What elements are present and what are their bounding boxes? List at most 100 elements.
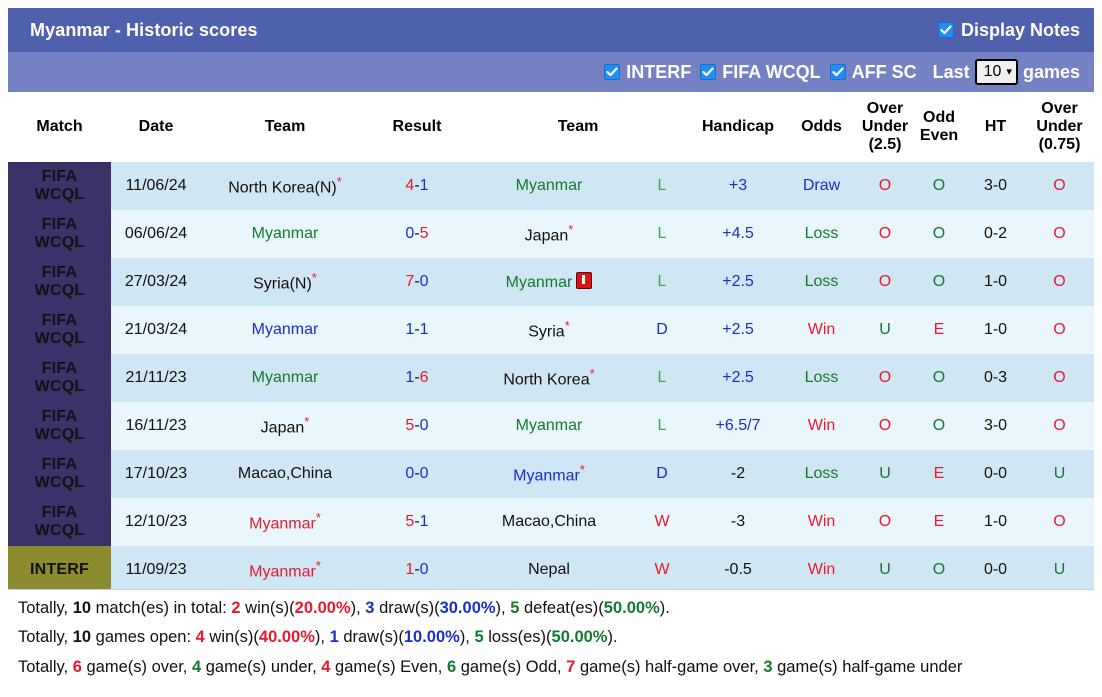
match-competition-badge[interactable]: FIFAWCQL (8, 450, 111, 498)
home-team[interactable]: Myanmar (201, 210, 369, 258)
display-notes-toggle[interactable]: Display Notes (938, 20, 1080, 41)
home-team[interactable]: Myanmar* (201, 498, 369, 546)
odd-even-value: O (933, 369, 945, 386)
filter-fifa-wcql[interactable]: FIFA WCQL (700, 62, 820, 83)
home-team[interactable]: North Korea(N)* (201, 162, 369, 210)
away-team[interactable]: North Korea* (465, 354, 633, 402)
l1-draws-pct: 30.00% (440, 599, 496, 617)
fifa-wcql-checkbox[interactable] (700, 64, 716, 80)
handicap-text: +6.5/7 (716, 417, 761, 434)
table-row[interactable]: FIFAWCQL16/11/23Japan*5-0MyanmarL+6.5/7W… (8, 402, 1094, 450)
over-under-075: O (1025, 498, 1094, 546)
match-score[interactable]: 5-0 (369, 402, 465, 450)
half-time-score: 0-3 (966, 354, 1025, 402)
l1-total: 10 (73, 599, 91, 617)
away-team[interactable]: Nepal (465, 546, 633, 589)
match-score[interactable]: 5-1 (369, 498, 465, 546)
away-team[interactable]: Myanmar (465, 258, 633, 306)
over-under-25-value: O (879, 225, 891, 242)
away-team[interactable]: Myanmar (465, 402, 633, 450)
away-team-name: Myanmar (516, 177, 583, 194)
match-score[interactable]: 0-0 (369, 450, 465, 498)
home-team-name: Macao,China (238, 465, 332, 482)
historic-scores-table: Match Date Team Result Team Handicap Odd… (8, 92, 1094, 589)
display-notes-checkbox[interactable] (938, 22, 954, 38)
filter-interf[interactable]: INTERF (604, 62, 691, 83)
over-under-075-value: O (1053, 273, 1065, 290)
match-competition-badge[interactable]: FIFAWCQL (8, 498, 111, 546)
match-date: 21/11/23 (111, 354, 201, 402)
home-team[interactable]: Japan* (201, 402, 369, 450)
table-row[interactable]: FIFAWCQL12/10/23Myanmar*5-1Macao,ChinaW-… (8, 498, 1094, 546)
away-team[interactable]: Myanmar (465, 162, 633, 210)
l3-over-word: game(s) over, (82, 658, 192, 676)
home-team[interactable]: Myanmar (201, 306, 369, 354)
over-under-075-value: O (1053, 369, 1065, 386)
match-competition-badge[interactable]: FIFAWCQL (8, 402, 111, 450)
table-row[interactable]: FIFAWCQL06/06/24Myanmar0-5Japan*L+4.5Los… (8, 210, 1094, 258)
match-competition-badge[interactable]: FIFAWCQL (8, 354, 111, 402)
match-score[interactable]: 1-1 (369, 306, 465, 354)
match-score[interactable]: 7-0 (369, 258, 465, 306)
table-row[interactable]: FIFAWCQL27/03/24Syria(N)*7-0MyanmarL+2.5… (8, 258, 1094, 306)
table-header: Match Date Team Result Team Handicap Odd… (8, 92, 1094, 162)
interf-label: INTERF (626, 62, 691, 83)
handicap-text: +2.5 (722, 273, 754, 290)
ou25-line3: (2.5) (869, 136, 902, 153)
table-row[interactable]: FIFAWCQL21/03/24Myanmar1-1Syria*D+2.5Win… (8, 306, 1094, 354)
odds-text: Win (808, 321, 836, 338)
away-team-name: Japan (525, 227, 569, 244)
odd-even: E (912, 306, 966, 354)
table-row[interactable]: INTERF11/09/23Myanmar*1-0NepalW-0.5WinUO… (8, 546, 1094, 589)
filter-aff-sc[interactable]: AFF SC (830, 62, 917, 83)
odds-text: Loss (805, 225, 839, 242)
odd-even-value: O (933, 177, 945, 194)
match-score[interactable]: 1-0 (369, 546, 465, 589)
odd-even-value: O (933, 273, 945, 290)
match-competition-badge[interactable]: FIFAWCQL (8, 210, 111, 258)
match-score[interactable]: 1-6 (369, 354, 465, 402)
table-row[interactable]: FIFAWCQL21/11/23Myanmar1-6North Korea*L+… (8, 354, 1094, 402)
match-score[interactable]: 4-1 (369, 162, 465, 210)
away-team[interactable]: Syria* (465, 306, 633, 354)
match-score[interactable]: 0-5 (369, 210, 465, 258)
match-competition-badge[interactable]: FIFAWCQL (8, 306, 111, 354)
odds-outcome: Loss (785, 354, 858, 402)
home-team[interactable]: Myanmar (201, 354, 369, 402)
l1-wins-word: win(s)( (241, 599, 295, 617)
home-team-name: Myanmar (252, 369, 319, 386)
away-team[interactable]: Macao,China (465, 498, 633, 546)
score-away: 1 (420, 513, 429, 530)
away-team[interactable]: Myanmar* (465, 450, 633, 498)
table-row[interactable]: FIFAWCQL17/10/23Macao,China0-0Myanmar*D-… (8, 450, 1094, 498)
home-advantage-star: * (316, 558, 321, 573)
match-competition-badge[interactable]: FIFAWCQL (8, 258, 111, 306)
away-team[interactable]: Japan* (465, 210, 633, 258)
last-games-select[interactable]: 10 ▾ (975, 59, 1018, 85)
home-team[interactable]: Macao,China (201, 450, 369, 498)
table-row[interactable]: FIFAWCQL11/06/24North Korea(N)*4-1 Myanma… (8, 162, 1094, 210)
home-team[interactable]: Myanmar* (201, 546, 369, 589)
handicap-text: +3 (729, 177, 747, 194)
over-under-25-value: U (879, 465, 891, 482)
odd-even-value: E (934, 465, 945, 482)
interf-checkbox[interactable] (604, 64, 620, 80)
home-team-name: Myanmar (249, 515, 316, 532)
badge-word: FIFA (42, 456, 77, 473)
badge-word: FIFA (42, 504, 77, 521)
home-team[interactable]: Syria(N)* (201, 258, 369, 306)
col-odd-even: Odd Even (912, 92, 966, 162)
match-competition-badge[interactable]: INTERF (8, 546, 111, 589)
l2-losses-pct: 50.00% (552, 628, 608, 646)
odds-text: Win (808, 513, 836, 530)
match-date: 11/06/24 (111, 162, 201, 210)
l2-draws-pct: 10.00% (404, 628, 460, 646)
match-competition-badge[interactable]: FIFAWCQL (8, 162, 111, 210)
odds-outcome: Loss (785, 210, 858, 258)
match-date: 21/03/24 (111, 306, 201, 354)
odd-even: E (912, 450, 966, 498)
result-wdl-value: L (658, 417, 667, 434)
match-date: 12/10/23 (111, 498, 201, 546)
aff-sc-checkbox[interactable] (830, 64, 846, 80)
l3-odd: 6 (447, 658, 456, 676)
